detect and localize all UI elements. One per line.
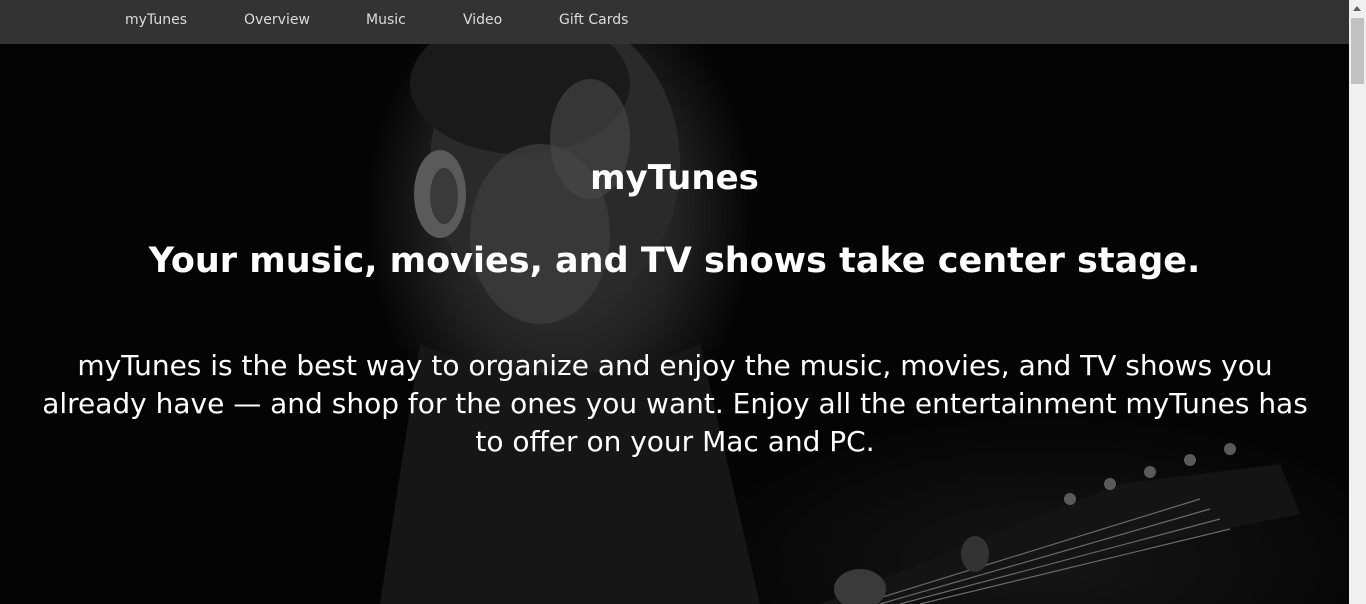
nav-item-gift-cards[interactable]: Gift Cards — [559, 11, 628, 29]
hero-subtitle: Your music, movies, and TV shows take ce… — [148, 241, 1201, 281]
page: myTunes Overview Music Video Gift Cards — [0, 0, 1366, 604]
nav-item-video[interactable]: Video — [463, 11, 502, 29]
top-navbar: myTunes Overview Music Video Gift Cards — [0, 0, 1349, 44]
scroll-up-arrow-icon[interactable] — [1349, 0, 1366, 17]
nav-item-mytunes[interactable]: myTunes — [125, 11, 187, 29]
hero-section: myTunes Your music, movies, and TV shows… — [0, 44, 1349, 604]
vertical-scrollbar[interactable] — [1349, 0, 1366, 604]
scrollbar-thumb[interactable] — [1351, 18, 1364, 84]
nav-item-music[interactable]: Music — [366, 11, 406, 29]
nav-item-overview[interactable]: Overview — [244, 11, 310, 29]
hero-title: myTunes — [590, 158, 759, 198]
hero-background-image — [380, 44, 1300, 604]
hero-description: myTunes is the best way to organize and … — [42, 349, 1308, 458]
